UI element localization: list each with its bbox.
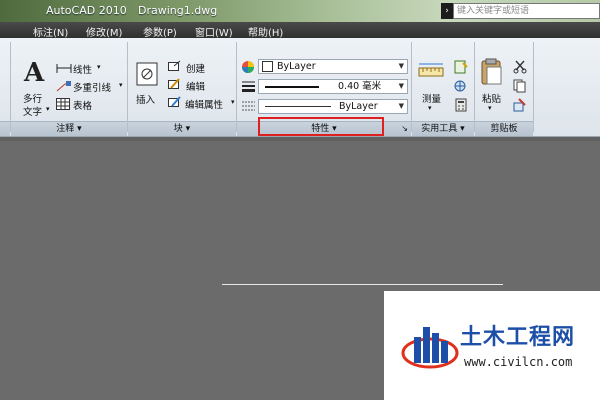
panel-block-footer[interactable]: 块 ▾ <box>128 121 236 136</box>
panel-previous-footer <box>0 121 10 136</box>
chevron-down-icon: ▾ <box>460 124 465 134</box>
insert-button[interactable]: 插入 <box>136 92 155 106</box>
lineweight-icon <box>242 81 255 92</box>
edit-attributes-icon <box>168 96 181 107</box>
app-title: AutoCAD 2010 <box>46 4 127 17</box>
watermark-site-name: 土木工程网 <box>460 325 576 350</box>
chevron-down-icon: ▾ <box>77 124 82 134</box>
paste-button[interactable]: 粘贴 <box>482 91 501 105</box>
canvas-top-strip <box>0 137 600 141</box>
edit-block-icon <box>168 78 180 89</box>
menu-help[interactable]: 帮助(H) <box>248 24 283 39</box>
panel-previous <box>0 38 10 136</box>
paste-icon <box>481 58 502 85</box>
measure-button[interactable]: 测量 <box>422 91 441 105</box>
multileader-icon <box>56 81 71 92</box>
calculator-icon[interactable] <box>454 98 468 112</box>
table-icon <box>56 98 70 110</box>
ribbon: A 多行 文字 ▾ 线性 ▾ 多重引线 ▾ 表格 注释 ▾ 插入 创建 编辑 编… <box>0 38 600 137</box>
chevron-right-icon[interactable]: › <box>441 3 453 19</box>
linear-dimension-button[interactable]: 线性 <box>73 62 92 76</box>
panel-annotation-title: 注释 <box>56 124 75 134</box>
chevron-down-icon: ▾ <box>185 124 191 134</box>
match-properties-icon[interactable] <box>513 98 527 112</box>
menu-parametric[interactable]: 参数(P) <box>143 24 177 39</box>
multiline-text-label-1[interactable]: 多行 <box>23 91 42 105</box>
chevron-down-icon[interactable]: ▾ <box>231 98 235 106</box>
insert-block-icon <box>136 62 158 86</box>
watermark: 土木工程网 www.civilcn.com <box>384 291 600 400</box>
panel-clipboard: 粘贴 ▾ 剪贴板 <box>475 38 533 136</box>
watermark-url: www.civilcn.com <box>464 355 573 369</box>
lineweight-preview <box>265 86 319 88</box>
panel-clipboard-footer: 剪贴板 <box>475 121 533 136</box>
chevron-down-icon[interactable]: ▾ <box>46 105 50 113</box>
create-block-icon <box>168 60 181 71</box>
menu-window[interactable]: 窗口(W) <box>195 24 233 39</box>
menu-modify[interactable]: 修改(M) <box>86 24 122 39</box>
point-style-icon[interactable] <box>454 79 468 93</box>
document-title: Drawing1.dwg <box>138 4 218 17</box>
panel-block: 插入 创建 编辑 编辑属性 ▾ 块 ▾ <box>128 38 236 136</box>
title-bar: AutoCAD 2010 Drawing1.dwg › 键入关键字或短语 <box>0 0 600 22</box>
panel-block-title: 块 <box>173 124 183 134</box>
menu-dimension[interactable]: 标注(N) <box>33 24 68 39</box>
panel-utilities: 测量 ▾ 实用工具 ▾ <box>412 38 474 136</box>
panel-utilities-footer[interactable]: 实用工具 ▾ <box>412 121 474 136</box>
quick-calc-icon[interactable] <box>454 60 468 74</box>
drawn-line[interactable] <box>222 284 503 285</box>
chevron-down-icon: ▼ <box>398 82 404 90</box>
color-combo[interactable]: ByLayer ▼ <box>258 59 408 74</box>
dialog-launcher-icon[interactable]: ↘ <box>401 122 408 136</box>
panel-divider <box>533 42 534 132</box>
linear-dimension-icon <box>56 64 72 73</box>
text-a-icon: A <box>24 58 45 88</box>
linetype-icon <box>242 101 255 111</box>
menu-bar: 标注(N) 修改(M) 参数(P) 窗口(W) 帮助(H) <box>0 22 600 39</box>
color-swatch <box>262 61 273 72</box>
panel-clipboard-title: 剪贴板 <box>490 124 518 134</box>
create-block-button[interactable]: 创建 <box>186 61 205 75</box>
multiline-text-label-2[interactable]: 文字 <box>23 104 42 118</box>
edit-block-button[interactable]: 编辑 <box>186 79 205 93</box>
color-wheel-icon <box>242 61 254 73</box>
site-logo-icon <box>401 327 459 369</box>
measure-icon <box>418 63 444 77</box>
chevron-down-icon[interactable]: ▾ <box>97 63 101 71</box>
chevron-down-icon[interactable]: ▾ <box>119 81 123 89</box>
chevron-down-icon[interactable]: ▾ <box>488 104 492 112</box>
edit-attributes-button[interactable]: 编辑属性 <box>185 97 223 111</box>
lineweight-value: 0.40 毫米 <box>338 81 382 92</box>
panel-annotation: A 多行 文字 ▾ 线性 ▾ 多重引线 ▾ 表格 注释 ▾ <box>11 38 127 136</box>
table-button[interactable]: 表格 <box>73 98 92 112</box>
multileader-button[interactable]: 多重引线 <box>73 80 111 94</box>
color-value: ByLayer <box>277 61 316 72</box>
chevron-down-icon[interactable]: ▾ <box>428 104 432 112</box>
panel-utilities-title: 实用工具 <box>421 124 458 134</box>
linetype-value: ByLayer <box>339 101 378 112</box>
highlight-box <box>258 117 384 136</box>
panel-annotation-footer[interactable]: 注释 ▾ <box>11 121 127 136</box>
copy-icon[interactable] <box>513 79 527 93</box>
cut-icon[interactable] <box>513 60 527 74</box>
lineweight-combo[interactable]: 0.40 毫米 ▼ <box>258 79 408 94</box>
search-input[interactable]: 键入关键字或短语 <box>453 3 600 19</box>
chevron-down-icon: ▼ <box>398 102 404 110</box>
linetype-combo[interactable]: ByLayer ▼ <box>258 99 408 114</box>
chevron-down-icon: ▼ <box>398 62 404 70</box>
linetype-preview <box>265 106 331 107</box>
